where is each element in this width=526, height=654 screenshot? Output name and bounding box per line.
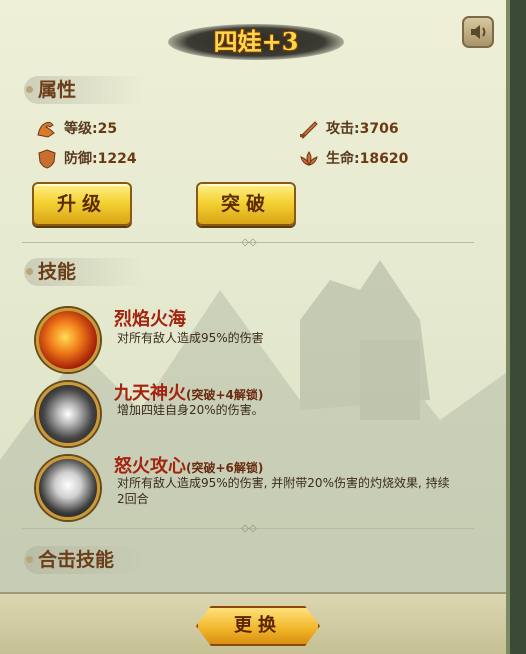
defense-stat: 防御:1224 — [36, 148, 137, 170]
hero-detail-panel: 四娃+3 属性 等级:25 防御:1224 攻击:3706 生命:18620 升… — [0, 0, 510, 654]
upgrade-button[interactable]: 升级 — [32, 182, 132, 226]
divine-fire-icon[interactable] — [36, 382, 100, 446]
background-strip — [510, 0, 526, 654]
fire-sea-icon[interactable] — [36, 308, 100, 372]
attack-label: 攻击: — [326, 121, 360, 137]
combo-skills-header: 合击技能 — [24, 546, 144, 574]
speaker-icon — [471, 25, 486, 39]
attributes-label: 属性 — [38, 79, 77, 101]
hp-value: 18620 — [359, 151, 409, 167]
combo-skills-label: 合击技能 — [38, 549, 115, 571]
divider-ornament: ◇◇ — [241, 523, 257, 534]
skills-label: 技能 — [38, 261, 77, 283]
sound-button[interactable] — [462, 16, 494, 48]
divider-ornament: ◇◇ — [241, 237, 257, 248]
skill-2-desc: 增加四娃自身20%的伤害。 — [117, 403, 264, 417]
attack-value: 3706 — [359, 121, 399, 137]
hp-label: 生命: — [326, 151, 360, 167]
hero-title: 四娃+3 — [213, 27, 299, 56]
defense-value: 1224 — [97, 151, 137, 167]
change-button[interactable]: 更换 — [196, 606, 320, 646]
attributes-header: 属性 — [24, 76, 144, 104]
skill-1-name: 烈焰火海 — [114, 309, 186, 330]
shield-icon — [38, 149, 56, 169]
lotus-icon — [300, 151, 318, 167]
defense-label: 防御: — [64, 151, 98, 167]
skill-1-desc: 对所有敌人造成95%的伤害 — [117, 331, 264, 345]
breakthrough-button[interactable]: 突破 — [196, 182, 296, 226]
skills-header: 技能 — [24, 258, 144, 286]
level-value: 25 — [97, 121, 118, 137]
sword-icon — [300, 121, 318, 139]
attack-stat: 攻击:3706 — [298, 118, 399, 140]
level-stat: 等级:25 — [36, 118, 117, 140]
arm-icon — [37, 121, 55, 138]
skill-3-desc: 对所有敌人造成95%的伤害, 并附带20%伤害的灼烧效果, 持续2回合 — [117, 476, 450, 506]
hp-stat: 生命:18620 — [298, 148, 408, 170]
rage-fire-icon[interactable] — [36, 456, 100, 520]
level-label: 等级: — [64, 121, 98, 137]
